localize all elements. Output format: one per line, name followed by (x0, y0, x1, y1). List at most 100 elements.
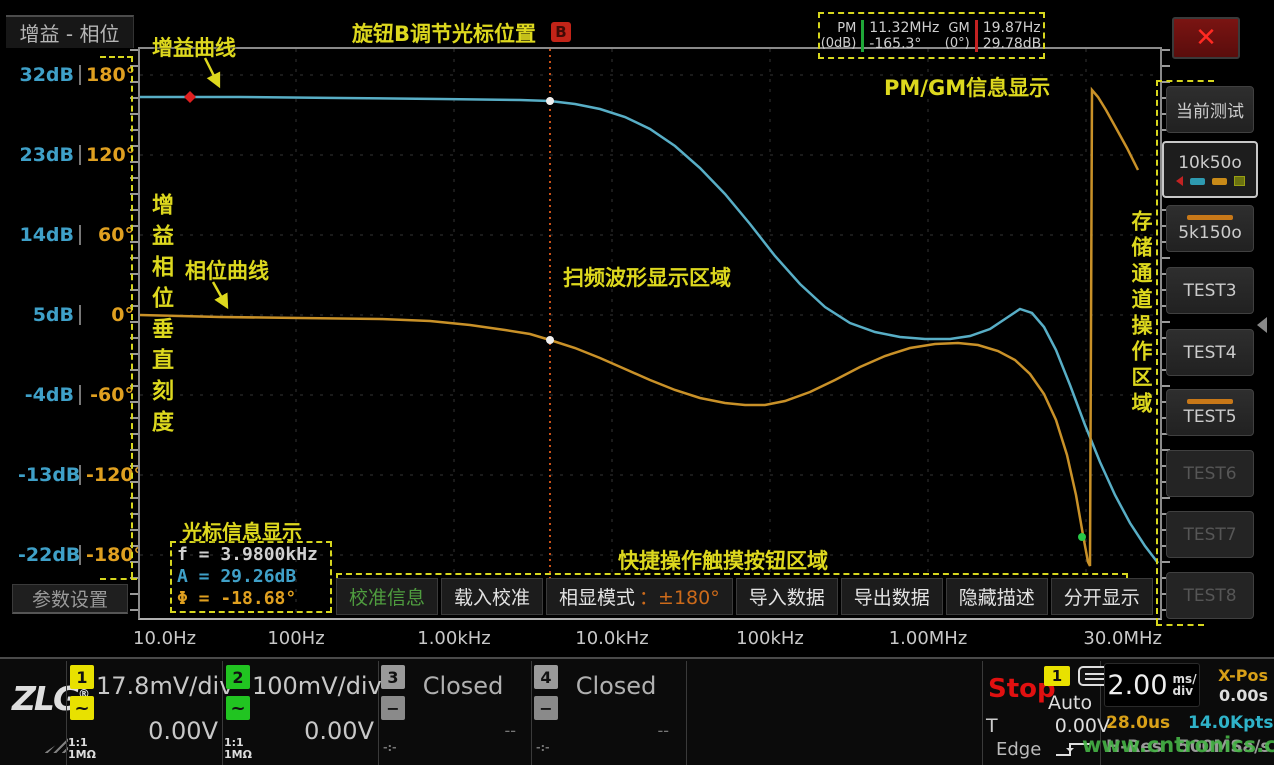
export-data-button[interactable]: 导出数据 (841, 578, 943, 615)
ch4-status[interactable]: Closed (557, 672, 675, 700)
trigger-source-badge[interactable]: 1 (1044, 666, 1070, 686)
ch4-number-badge[interactable]: 4 (534, 665, 558, 689)
phase-curve-label: 相位曲线 (185, 255, 269, 285)
knob-cursor-label: 旋钮B调节光标位置 (352, 18, 536, 48)
oscilloscope-screen: 增益 - 相位 32dB180° 23dB120° 14dB60° 5dB0° … (0, 0, 1274, 765)
close-button[interactable]: ✕ (1172, 17, 1240, 59)
x-tick-label: 10.0kHz (575, 628, 649, 649)
load-calibration-button[interactable]: 载入校准 (441, 578, 543, 615)
x-tick-label: 30.0MHz (1083, 628, 1162, 649)
side-button-label: TEST8 (1183, 586, 1236, 606)
side-button-label: 当前测试 (1176, 97, 1244, 122)
active-chip (1234, 176, 1245, 186)
right-bracket (1156, 80, 1214, 82)
side-button-label: TEST6 (1183, 464, 1236, 484)
ch3-probe-info: -:- (383, 742, 397, 754)
ch3-number-badge[interactable]: 3 (381, 665, 405, 689)
ch1-offset[interactable]: 0.00V (96, 717, 218, 745)
collapse-panel-arrow-icon[interactable] (1257, 317, 1267, 333)
side-button-label: 5k150o (1178, 223, 1242, 243)
right-bracket (1156, 80, 1158, 624)
timebase-scale: 2.00 (1107, 670, 1167, 701)
pm-value: -165.3° (869, 36, 939, 52)
split-display-button[interactable]: 分开显示 (1051, 578, 1153, 615)
ch2-trace-chip (1212, 178, 1227, 185)
calibration-info-button[interactable]: 校准信息 (336, 578, 438, 615)
side-button-label: 10k50o (1178, 153, 1242, 173)
vertical-scale-label: 增益相位垂直刻度 (144, 193, 176, 441)
x-tick-label: 100Hz (267, 628, 324, 649)
pm-group: PM(0dB) 11.32MHz-165.3° (821, 20, 940, 52)
gm-color-bar (975, 20, 978, 52)
trigger-mode[interactable]: Auto (1048, 692, 1092, 714)
xpos-value[interactable]: 0.00s (1206, 686, 1268, 705)
phase-mode-label: 相显模式 (559, 583, 635, 610)
test4-button[interactable]: TEST4 (1166, 329, 1254, 376)
ch2-offset[interactable]: 0.00V (252, 717, 374, 745)
hide-description-button[interactable]: 隐藏描述 (946, 578, 1048, 615)
trigger-level-label: T (986, 715, 998, 737)
trigger-type[interactable]: Edge (996, 739, 1041, 760)
side-button-label: TEST4 (1183, 343, 1236, 363)
ch2-coupling-icon[interactable]: ~ (226, 696, 250, 720)
ch4-probe-info: -:- (536, 742, 550, 754)
test6-button[interactable]: TEST6 (1166, 450, 1254, 497)
gm-group: GM(0°) 19.87Hz29.78dB (945, 20, 1042, 52)
ch1-probe-info: 1:11MΩ (68, 737, 96, 761)
storage-area-label: 存储通道操作区域 (1126, 210, 1156, 418)
gm-label: GM (945, 21, 970, 36)
slot-marker-bar (1187, 399, 1233, 404)
x-tick-label: 10.0Hz (133, 628, 196, 649)
brand-text: ZLG (12, 679, 78, 718)
slot-status-chips (1176, 176, 1245, 186)
cursor-frequency: f = 3.9800kHz (177, 544, 325, 566)
touch-area-label: 快捷操作触摸按钮区域 (618, 545, 828, 575)
current-test-button[interactable]: 当前测试 (1166, 86, 1254, 133)
phase-mode-button[interactable]: 相显模式 ：±180° (546, 578, 733, 615)
phase-label-arrow (213, 282, 227, 307)
pm-marker (1078, 533, 1086, 541)
ch3-status[interactable]: Closed (404, 672, 522, 700)
knob-b-badge: B (551, 22, 571, 42)
ch1-coupling-icon[interactable]: ~ (70, 696, 94, 720)
test3-button[interactable]: TEST3 (1166, 267, 1254, 314)
import-data-button[interactable]: 导入数据 (736, 578, 838, 615)
left-bracket (131, 56, 133, 578)
gain-curve-label: 增益曲线 (152, 32, 236, 62)
ch4-coupling-icon[interactable]: − (534, 696, 558, 720)
divider (66, 661, 67, 765)
ch2-scale[interactable]: 100mV/div (252, 672, 374, 700)
side-button-label: TEST3 (1183, 281, 1236, 301)
status-bar: ZLG® 1 ~ 1:11MΩ 17.8mV/div 0.00V 2 ~ 1:1… (0, 657, 1274, 765)
phase-mode-value: ：±180° (639, 583, 720, 610)
gm-ref: (0°) (945, 36, 970, 51)
timebase-display[interactable]: 2.00 ms/div (1104, 663, 1200, 707)
ch2-number-badge[interactable]: 2 (226, 665, 250, 689)
ch1-impedance: 1MΩ (68, 748, 96, 761)
memory-depth: 14.0Kpts (1188, 713, 1268, 733)
ch1-scale[interactable]: 17.8mV/div (96, 672, 218, 700)
ch3-coupling-icon[interactable]: − (381, 696, 405, 720)
x-tick-label: 1.00MHz (889, 628, 968, 649)
bode-plot-svg (0, 0, 1274, 765)
gm-marker (184, 91, 196, 103)
timebase-unit: ms/div (1173, 673, 1197, 697)
test7-button[interactable]: TEST7 (1166, 511, 1254, 558)
gm-value: 29.78dB (983, 36, 1042, 52)
side-button-label: TEST7 (1183, 525, 1236, 545)
ch3-offset: -- (404, 721, 516, 740)
ch4-offset: -- (557, 721, 669, 740)
ch1-number-badge[interactable]: 1 (70, 665, 94, 689)
cursor-dot-gain (546, 97, 554, 105)
memory-slot-2-button[interactable]: 5k150o (1166, 205, 1254, 252)
test5-button[interactable]: TEST5 (1166, 389, 1254, 436)
cursor-dot-phase (546, 336, 554, 344)
cursor-phase: Φ = -18.68° (177, 588, 325, 610)
trigger-delay: 28.0us (1106, 713, 1170, 733)
timebase-unit-bottom: div (1173, 684, 1194, 698)
memory-slot-1-button[interactable]: 10k50o (1162, 141, 1258, 198)
test8-button[interactable]: TEST8 (1166, 572, 1254, 619)
divider (531, 661, 532, 765)
sweep-area-label: 扫频波形显示区域 (563, 262, 731, 292)
ch1-trace-chip (1190, 178, 1205, 185)
